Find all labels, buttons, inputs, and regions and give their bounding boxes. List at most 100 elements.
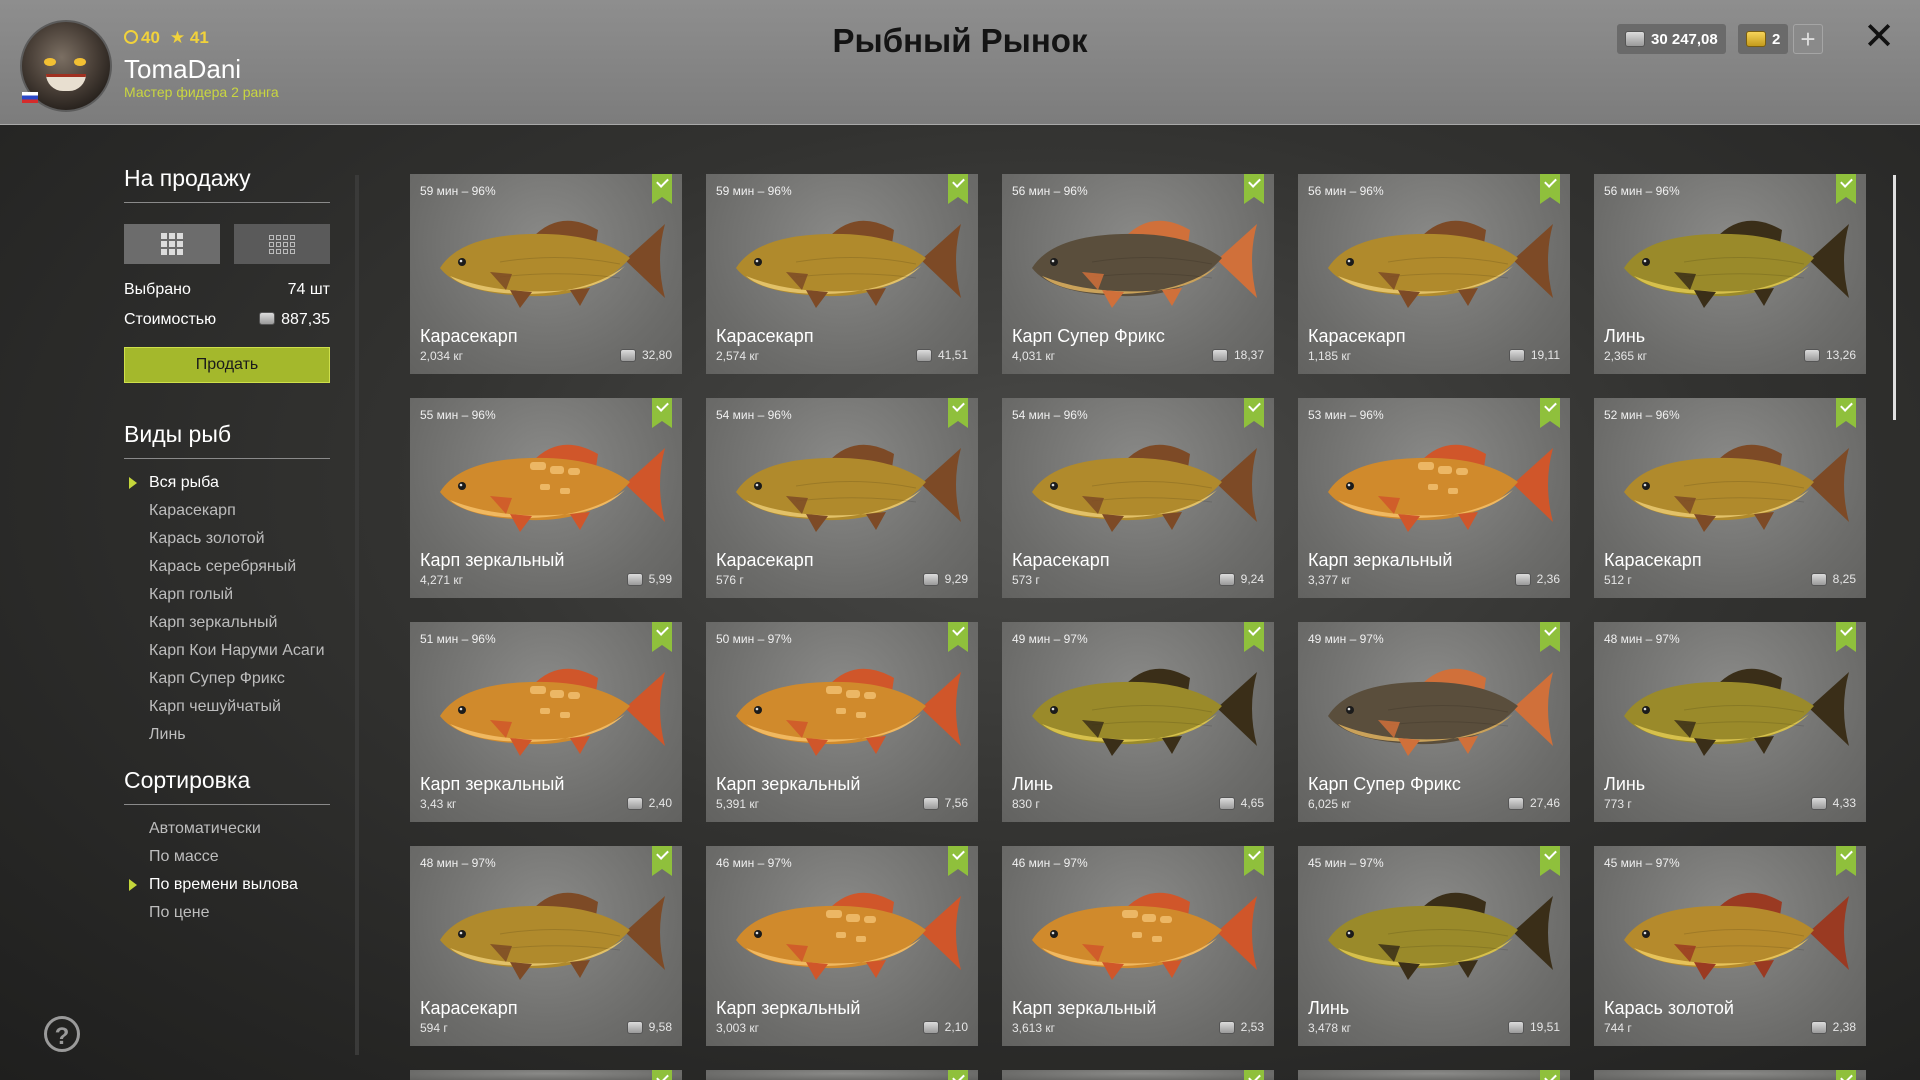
- catch-time: 45 мин – 97%: [1604, 856, 1680, 870]
- sell-button[interactable]: Продать: [124, 347, 330, 383]
- selected-checkmark-icon[interactable]: [948, 1070, 968, 1080]
- fish-name: Карп зеркальный: [716, 774, 861, 794]
- fish-weight: 2,365 кг: [1604, 349, 1647, 363]
- fish-image: [1032, 220, 1257, 308]
- sort-option-selected[interactable]: По времени вылова: [124, 875, 330, 895]
- sort-option[interactable]: По массе: [124, 847, 330, 867]
- fish-image: [1624, 892, 1849, 980]
- selected-checkmark-icon[interactable]: [1540, 846, 1560, 876]
- selected-checkmark-icon[interactable]: [1836, 846, 1856, 876]
- fish-name: Карп зеркальный: [420, 774, 565, 794]
- fish-card[interactable]: 49 мин – 97% Карп Супер Фрикс 6,025 кг 2…: [1298, 622, 1570, 822]
- species-filter-item[interactable]: Карп Супер Фрикс: [124, 669, 330, 689]
- fish-card-partial[interactable]: [1002, 1070, 1274, 1080]
- fish-name: Линь: [1604, 326, 1646, 346]
- catch-time: 48 мин – 97%: [1604, 632, 1680, 646]
- fish-image: [1624, 220, 1849, 308]
- fish-card[interactable]: 48 мин – 97% Линь 773 г 4,33: [1594, 622, 1866, 822]
- fish-weight: 4,031 кг: [1012, 349, 1055, 363]
- fish-card[interactable]: 46 мин – 97% Карп зеркальный 3,003 кг 2,…: [706, 846, 978, 1046]
- selected-checkmark-icon[interactable]: [1836, 398, 1856, 428]
- fish-price: 4,65: [1218, 796, 1264, 810]
- selected-checkmark-icon[interactable]: [1540, 622, 1560, 652]
- scrollbar[interactable]: [1893, 175, 1896, 420]
- help-button[interactable]: ?: [44, 1016, 80, 1052]
- silver-coin-icon: [922, 1020, 939, 1034]
- selected-checkmark-icon[interactable]: [948, 398, 968, 428]
- species-filter-list: Вся рыба Карасекарп Карась золотой Карась с…: [124, 473, 330, 745]
- fish-card[interactable]: 53 мин – 96% Карп зеркальный 3,377 кг 2,…: [1298, 398, 1570, 598]
- selected-checkmark-icon[interactable]: [948, 174, 968, 204]
- fish-name: Карп зеркальный: [420, 550, 565, 570]
- fish-card[interactable]: 45 мин – 97% Карась золотой 744 г 2,38: [1594, 846, 1866, 1046]
- selected-checkmark-icon[interactable]: [1540, 398, 1560, 428]
- selected-checkmark-icon[interactable]: [1244, 622, 1264, 652]
- selected-checkmark-icon[interactable]: [1540, 1070, 1560, 1080]
- selected-checkmark-icon[interactable]: [652, 174, 672, 204]
- selected-checkmark-icon[interactable]: [1244, 398, 1264, 428]
- gold-coin-icon: [1746, 31, 1766, 47]
- selected-checkmark-icon[interactable]: [652, 1070, 672, 1080]
- fish-price-value: 8,25: [1832, 572, 1856, 586]
- sort-option[interactable]: Автоматически: [124, 819, 330, 839]
- fish-card[interactable]: 48 мин – 97% Карасекарп 594 г 9,58: [410, 846, 682, 1046]
- fish-card[interactable]: 54 мин – 96% Карасекарп 573 г 9,24: [1002, 398, 1274, 598]
- selected-checkmark-icon[interactable]: [948, 622, 968, 652]
- silver-coin-icon: [1810, 1020, 1827, 1034]
- species-filter-item-selected[interactable]: Вся рыба: [124, 473, 330, 493]
- fish-price-value: 9,58: [648, 1020, 672, 1034]
- species-filter-item[interactable]: Карп Кои Наруми Асаги: [124, 641, 330, 661]
- fish-card-partial[interactable]: [1298, 1070, 1570, 1080]
- selected-checkmark-icon[interactable]: [1244, 174, 1264, 204]
- selected-checkmark-icon[interactable]: [1244, 846, 1264, 876]
- fish-card[interactable]: 50 мин – 97% Карп зеркальный 5,391 кг 7,…: [706, 622, 978, 822]
- catch-time: 48 мин – 97%: [420, 856, 496, 870]
- species-filter-item[interactable]: Карась золотой: [124, 529, 330, 549]
- fish-card[interactable]: 46 мин – 97% Карп зеркальный 3,613 кг 2,…: [1002, 846, 1274, 1046]
- fish-price: 32,80: [619, 348, 672, 362]
- selected-checkmark-icon[interactable]: [1836, 174, 1856, 204]
- close-button[interactable]: ✕: [1862, 18, 1896, 56]
- species-filter-item[interactable]: Карась серебряный: [124, 557, 330, 577]
- fish-card[interactable]: 54 мин – 96% Карасекарп 576 г 9,29: [706, 398, 978, 598]
- fish-card[interactable]: 51 мин – 96% Карп зеркальный 3,43 кг 2,4…: [410, 622, 682, 822]
- selected-checkmark-icon[interactable]: [652, 622, 672, 652]
- fish-card[interactable]: 56 мин – 96% Линь 2,365 кг 13,26: [1594, 174, 1866, 374]
- selected-checkmark-icon[interactable]: [1540, 174, 1560, 204]
- fish-card[interactable]: 59 мин – 96% Карасекарп 2,034 кг 32,80: [410, 174, 682, 374]
- fish-price: 9,58: [626, 1020, 672, 1034]
- selected-checkmark-icon[interactable]: [948, 846, 968, 876]
- fish-card-partial[interactable]: [1594, 1070, 1866, 1080]
- selected-checkmark-icon[interactable]: [1836, 622, 1856, 652]
- fish-price: 2,36: [1514, 572, 1560, 586]
- add-gold-button[interactable]: +: [1793, 24, 1823, 54]
- small-grid-view-button[interactable]: [234, 224, 330, 264]
- fish-weight: 512 г: [1604, 573, 1632, 587]
- selected-checkmark-icon[interactable]: [652, 846, 672, 876]
- sort-option[interactable]: По цене: [124, 903, 330, 923]
- species-filter-item[interactable]: Карп голый: [124, 585, 330, 605]
- silver-coin-icon: [1507, 796, 1524, 810]
- fish-card[interactable]: 56 мин – 96% Карп Супер Фрикс 4,031 кг 1…: [1002, 174, 1274, 374]
- fish-card-partial[interactable]: [706, 1070, 978, 1080]
- selected-checkmark-icon[interactable]: [1836, 1070, 1856, 1080]
- fish-card[interactable]: 56 мин – 96% Карасекарп 1,185 кг 19,11: [1298, 174, 1570, 374]
- large-grid-view-button[interactable]: [124, 224, 220, 264]
- species-filter-item[interactable]: Карп чешуйчатый: [124, 697, 330, 717]
- fish-weight: 773 г: [1604, 797, 1632, 811]
- silver-coin-icon: [626, 572, 643, 586]
- fish-card[interactable]: 49 мин – 97% Линь 830 г 4,65: [1002, 622, 1274, 822]
- species-filter-item[interactable]: Карп зеркальный: [124, 613, 330, 633]
- fish-card[interactable]: 59 мин – 96% Карасекарп 2,574 кг 41,51: [706, 174, 978, 374]
- fish-name: Линь: [1012, 774, 1054, 794]
- selected-checkmark-icon[interactable]: [652, 398, 672, 428]
- species-filter-item[interactable]: Линь: [124, 725, 330, 745]
- fish-card[interactable]: 52 мин – 96% Карасекарп 512 г 8,25: [1594, 398, 1866, 598]
- selected-checkmark-icon[interactable]: [1244, 1070, 1264, 1080]
- species-section-title: Виды рыб: [124, 421, 330, 459]
- fish-card-partial[interactable]: [410, 1070, 682, 1080]
- fish-card[interactable]: 45 мин – 97% Линь 3,478 кг 19,51: [1298, 846, 1570, 1046]
- fish-name: Карп зеркальный: [716, 998, 861, 1018]
- species-filter-item[interactable]: Карасекарп: [124, 501, 330, 521]
- fish-card[interactable]: 55 мин – 96% Карп зеркальный 4,271 кг 5,…: [410, 398, 682, 598]
